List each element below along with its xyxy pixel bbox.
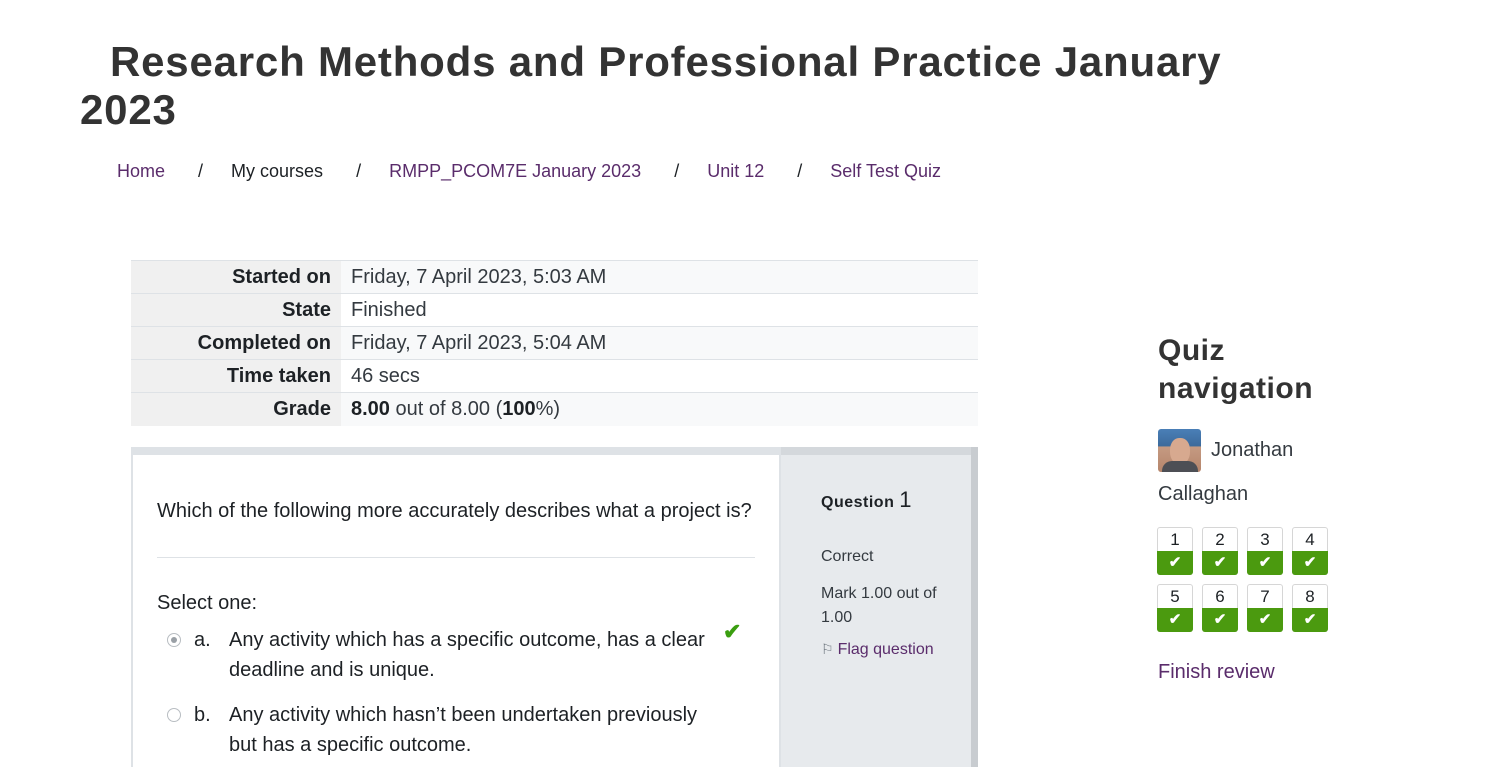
time-taken-value: 46 secs [341, 359, 978, 393]
completed-label: Completed on [131, 326, 341, 360]
breadcrumb-my-courses: My courses [231, 160, 324, 181]
table-row: Time taken 46 secs [131, 359, 978, 393]
question-mark: Mark 1.00 out of 1.00 [821, 585, 937, 626]
answer-text: Any activity which has a specific outcom… [229, 629, 705, 681]
correct-check-icon: ✔ [723, 619, 742, 644]
check-icon: ✔ [1292, 551, 1328, 575]
flag-icon: ⚐ [821, 641, 834, 657]
nav-number: 6 [1215, 587, 1225, 606]
check-icon: ✔ [1157, 608, 1193, 632]
grade-outof: out of 8.00 ( [389, 397, 503, 420]
answer-letter: a. [194, 629, 211, 651]
divider [157, 557, 755, 558]
user-first-name[interactable]: Jonathan [1211, 439, 1293, 462]
radio-selected[interactable] [167, 633, 181, 647]
question-info-panel: Question 1 Correct Mark 1.00 out of 1.00… [781, 447, 971, 767]
select-one-label: Select one: [157, 592, 258, 614]
table-row: Grade 8.00 out of 8.00 (100%) [131, 392, 978, 426]
started-value: Friday, 7 April 2023, 5:03 AM [341, 260, 978, 294]
question-number-value: 1 [899, 487, 913, 512]
finish-review-link[interactable]: Finish review [1158, 661, 1275, 684]
table-row: Completed on Friday, 7 April 2023, 5:04 … [131, 326, 978, 360]
question-state: Correct [821, 548, 874, 565]
flag-question-link[interactable]: ⚐ Flag question [821, 641, 934, 659]
avatar-body [1162, 461, 1198, 472]
question-number-label: Question [821, 494, 895, 511]
quiz-navigation-title: Quiz navigation [1158, 334, 1314, 405]
breadcrumb-separator: / [674, 160, 680, 181]
nav-number: 1 [1170, 530, 1180, 549]
breadcrumb-home[interactable]: Home [117, 161, 165, 182]
grade-label: Grade [131, 392, 341, 426]
completed-value: Friday, 7 April 2023, 5:04 AM [341, 326, 978, 360]
nav-question-2[interactable]: 2 ✔ [1202, 527, 1238, 575]
question-content: Which of the following more accurately d… [133, 455, 779, 775]
grade-score: 8.00 [351, 397, 390, 420]
nav-number: 5 [1170, 587, 1180, 606]
nav-number: 4 [1305, 530, 1315, 549]
nav-number: 2 [1215, 530, 1225, 549]
attempt-summary-table: Started on Friday, 7 April 2023, 5:03 AM… [131, 260, 978, 426]
check-icon: ✔ [1202, 608, 1238, 632]
question-edge [971, 447, 978, 767]
answer-text: Any activity which hasn’t been undertake… [229, 704, 698, 756]
state-value: Finished [341, 293, 978, 327]
breadcrumb-separator: / [198, 160, 204, 181]
breadcrumb-separator: / [356, 160, 362, 181]
nav-question-5[interactable]: 5 ✔ [1157, 584, 1193, 632]
check-icon: ✔ [1157, 551, 1193, 575]
nav-question-6[interactable]: 6 ✔ [1202, 584, 1238, 632]
started-label: Started on [131, 260, 341, 294]
nav-question-4[interactable]: 4 ✔ [1292, 527, 1328, 575]
breadcrumb-unit[interactable]: Unit 12 [707, 161, 764, 182]
user-last-name[interactable]: Callaghan [1158, 483, 1248, 506]
table-row: State Finished [131, 293, 978, 327]
grade-end: %) [535, 397, 561, 420]
grade-percent: 100 [502, 397, 536, 420]
check-icon: ✔ [1292, 608, 1328, 632]
nav-question-3[interactable]: 3 ✔ [1247, 527, 1283, 575]
state-label: State [131, 293, 341, 327]
grade-value: 8.00 out of 8.00 (100%) [341, 392, 978, 426]
nav-question-1[interactable]: 1 ✔ [1157, 527, 1193, 575]
table-row: Started on Friday, 7 April 2023, 5:03 AM [131, 260, 978, 294]
page-title: Research Methods and Professional Practi… [80, 38, 1222, 133]
breadcrumb-separator: / [797, 160, 803, 181]
time-taken-label: Time taken [131, 359, 341, 393]
check-icon: ✔ [1247, 551, 1283, 575]
radio-unselected[interactable] [167, 708, 181, 722]
check-icon: ✔ [1202, 551, 1238, 575]
check-icon: ✔ [1247, 608, 1283, 632]
question-text: Which of the following more accurately d… [157, 500, 752, 522]
breadcrumb: Home / My courses / RMPP_PCOM7E January … [117, 159, 941, 183]
nav-number: 7 [1260, 587, 1270, 606]
nav-question-8[interactable]: 8 ✔ [1292, 584, 1328, 632]
nav-number: 8 [1305, 587, 1315, 606]
flag-question-label: Flag question [837, 641, 934, 658]
nav-number: 3 [1260, 530, 1270, 549]
avatar[interactable] [1158, 429, 1201, 472]
breadcrumb-course[interactable]: RMPP_PCOM7E January 2023 [389, 161, 641, 182]
question-block: Which of the following more accurately d… [131, 447, 978, 775]
nav-question-7[interactable]: 7 ✔ [1247, 584, 1283, 632]
answer-letter: b. [194, 704, 211, 726]
question-number: Question 1 [821, 487, 912, 513]
breadcrumb-quiz[interactable]: Self Test Quiz [830, 161, 941, 182]
